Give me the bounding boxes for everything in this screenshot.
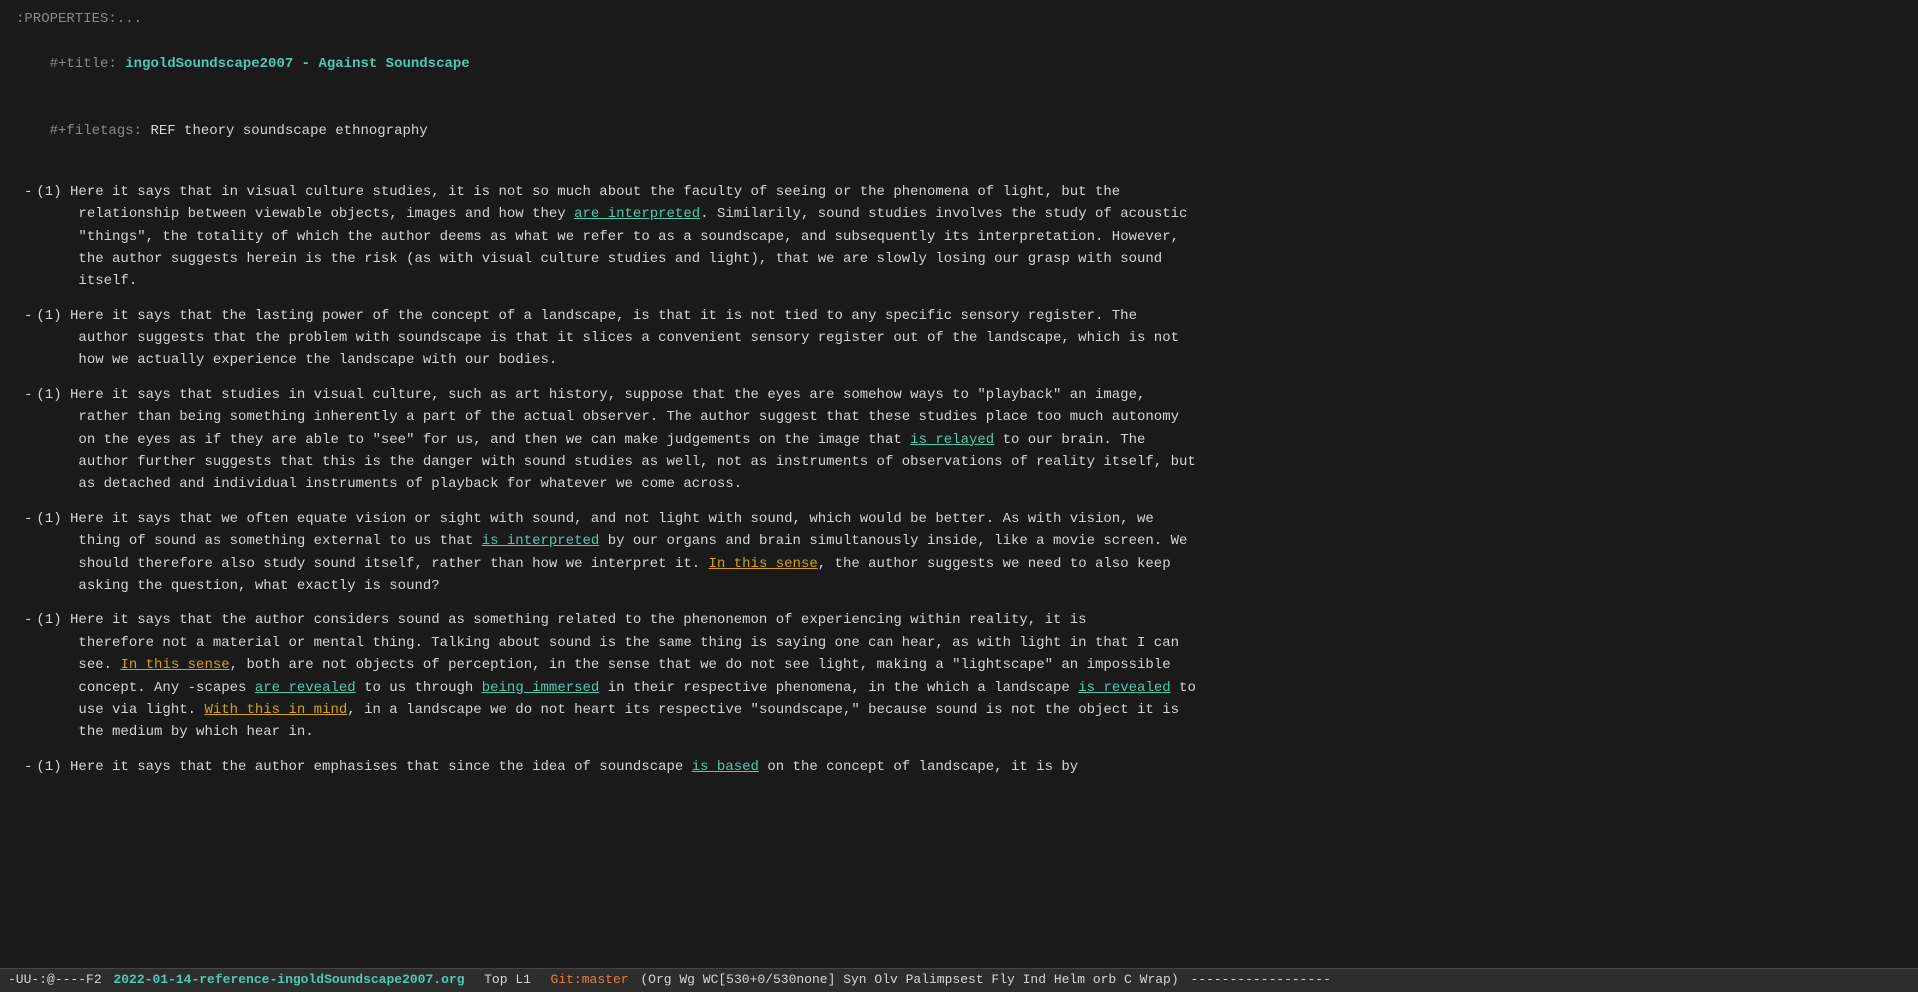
link-yellow: With this in mind <box>204 702 347 718</box>
filetags-label: #+filetags: <box>50 123 151 139</box>
status-dashes: ------------------ <box>1190 970 1330 991</box>
bullet-item: - (1) Here it says that the lasting powe… <box>16 305 1902 372</box>
bullet-text: (1) Here it says that in visual culture … <box>36 181 1187 293</box>
status-bar: -UU-:@----F2 2022-01-14-reference-ingold… <box>0 968 1918 992</box>
link-cyan: are interpreted <box>574 206 700 222</box>
bullet-text: (1) Here it says that the author conside… <box>36 609 1195 743</box>
status-filename: 2022-01-14-reference-ingoldSoundscape200… <box>113 970 464 991</box>
bullet-dash: - <box>24 508 32 598</box>
bullet-item: - (1) Here it says that the author empha… <box>16 756 1902 778</box>
bullet-item: - (1) Here it says that we often equate … <box>16 508 1902 598</box>
link-yellow: In this sense <box>709 556 818 572</box>
link-cyan: is revealed <box>1078 680 1170 696</box>
inline-text: (1) Here it says that the author emphasi… <box>36 759 691 775</box>
editor-area: :PROPERTIES:... #+title: ingoldSoundscap… <box>0 0 1918 968</box>
bullet-item: - (1) Here it says that in visual cultur… <box>16 181 1902 293</box>
link-cyan: is interpreted <box>482 533 600 549</box>
inline-text: on the concept of landscape, it is by <box>759 759 1078 775</box>
bullet-dash: - <box>24 756 32 778</box>
properties-line: :PROPERTIES:... <box>16 8 1902 30</box>
link-cyan: is relayed <box>910 432 994 448</box>
content-area: - (1) Here it says that in visual cultur… <box>16 181 1902 960</box>
status-mode: -UU-:@----F2 <box>8 970 102 991</box>
status-position: Top L1 <box>484 970 531 991</box>
status-info: (Org Wg WC[530+0/530none] Syn Olv Palimp… <box>640 970 1178 991</box>
bullet-text: (1) Here it says that the author emphasi… <box>36 756 1078 778</box>
bullet-dash: - <box>24 305 32 372</box>
filetags-line: #+filetags: REF theory soundscape ethnog… <box>16 98 1902 165</box>
status-branch: Git:master <box>551 970 629 991</box>
bullet-dash: - <box>24 181 32 293</box>
bullet-text: (1) Here it says that we often equate vi… <box>36 508 1187 598</box>
title-value: ingoldSoundscape2007 - Against Soundscap… <box>125 56 469 72</box>
title-line: #+title: ingoldSoundscape2007 - Against … <box>16 30 1902 97</box>
link-cyan: is based <box>692 759 759 775</box>
link-cyan: are revealed <box>255 680 356 696</box>
inline-text: (1) Here it says that the lasting power … <box>36 308 1179 369</box>
bullet-dash: - <box>24 609 32 743</box>
bullet-text: (1) Here it says that studies in visual … <box>36 384 1195 496</box>
bullet-item: - (1) Here it says that the author consi… <box>16 609 1902 743</box>
filetags-value: REF theory soundscape ethnography <box>150 123 427 139</box>
bullet-item: - (1) Here it says that studies in visua… <box>16 384 1902 496</box>
bullet-dash: - <box>24 384 32 496</box>
bullet-text: (1) Here it says that the lasting power … <box>36 305 1179 372</box>
link-cyan: being immersed <box>482 680 600 696</box>
link-yellow: In this sense <box>120 657 229 673</box>
inline-text: to us through <box>356 680 482 696</box>
title-label: #+title: <box>50 56 126 72</box>
inline-text: in their respective phenomena, in the wh… <box>599 680 1078 696</box>
